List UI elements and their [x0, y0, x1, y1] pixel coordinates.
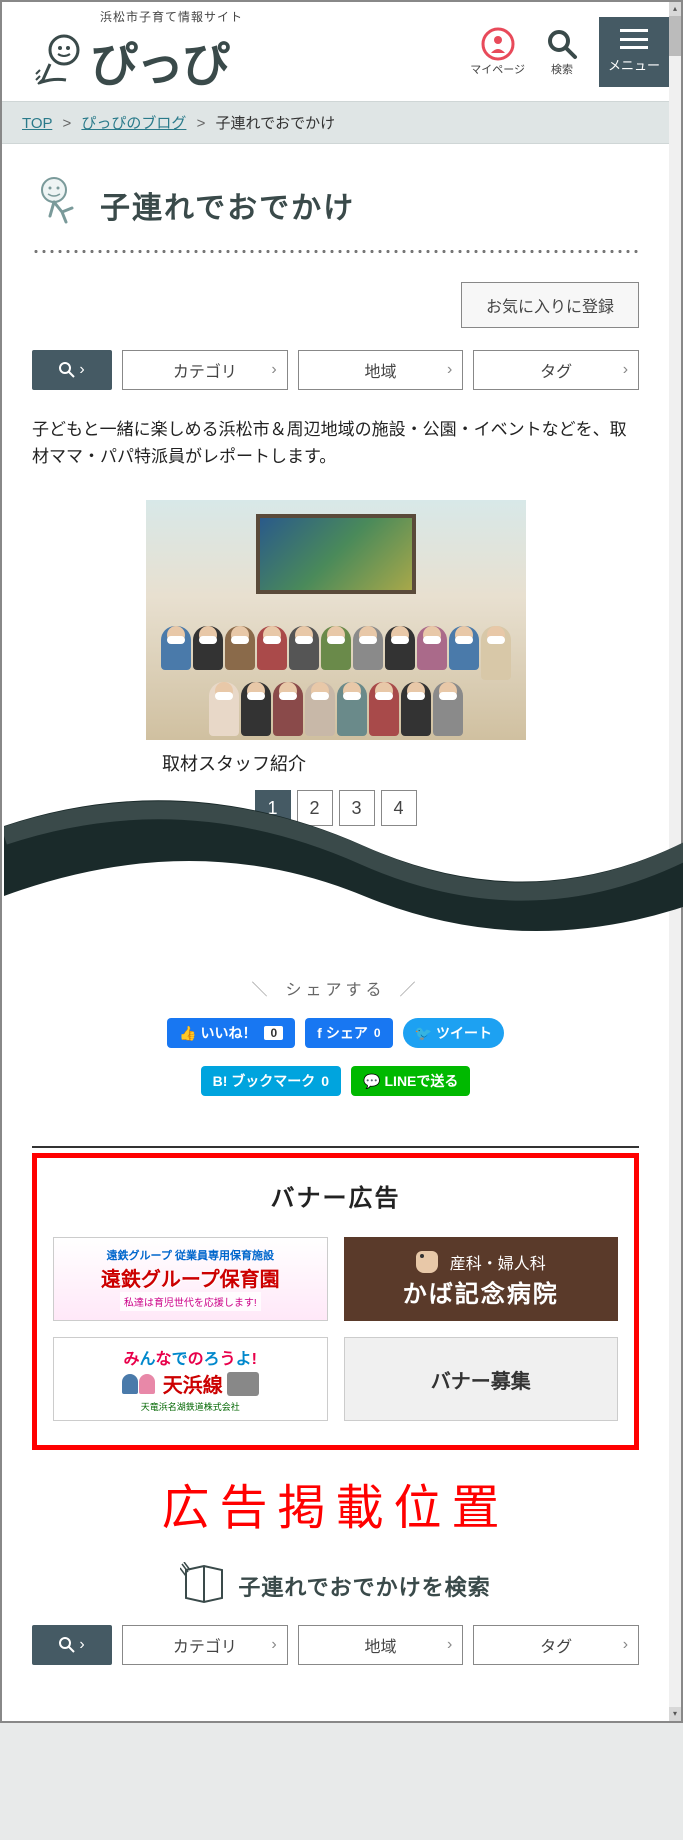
- search-icon: [545, 27, 579, 61]
- staff-photo[interactable]: [146, 500, 526, 740]
- search-filter-button[interactable]: ›: [32, 350, 112, 390]
- tag-filter[interactable]: タグ ›: [473, 1625, 639, 1665]
- search-button[interactable]: 検索: [539, 17, 585, 87]
- intro-text: 子どもと一緒に楽しめる浜松市＆周辺地域の施設・公園・イベントなどを、取材ママ・パ…: [32, 416, 639, 470]
- banner-text: 天竜浜名湖鉄道株式会社: [141, 1400, 240, 1413]
- mypage-button[interactable]: マイページ: [470, 17, 525, 87]
- banner-text: みんなでのろうよ!: [124, 1345, 257, 1369]
- breadcrumb-current: 子連れでおでかけ: [216, 115, 336, 132]
- people-icon: [122, 1374, 155, 1394]
- fb-share-label: シェア: [326, 1023, 368, 1043]
- thumbs-up-icon: 👍: [179, 1025, 196, 1042]
- chevron-right-icon: ›: [79, 361, 84, 379]
- banner-recruit[interactable]: バナー募集: [344, 1337, 619, 1421]
- fb-share-count: 0: [374, 1026, 381, 1040]
- hatena-label: B! ブックマーク: [213, 1071, 316, 1091]
- magnifier-icon: [59, 1637, 75, 1653]
- banner-kaba[interactable]: 産科・婦人科 かば記念病院: [344, 1237, 619, 1321]
- facebook-share-button[interactable]: f シェア 0: [305, 1018, 392, 1048]
- tag-label: タグ: [540, 1633, 572, 1657]
- scroll-up-icon[interactable]: ▴: [669, 2, 681, 16]
- tweet-label: ツイート: [436, 1023, 492, 1043]
- chevron-right-icon: ›: [447, 361, 452, 379]
- breadcrumb-top[interactable]: TOP: [22, 115, 52, 132]
- line-send-button[interactable]: 💬 LINEで送る: [351, 1066, 470, 1096]
- banner-text: 私達は育児世代を応援します!: [120, 1292, 261, 1311]
- banner-ad-section: バナー広告 遠鉄グループ 従業員専用保育施設 遠鉄グループ保育園 私達は育児世代…: [32, 1158, 639, 1450]
- dotted-divider: [32, 249, 639, 254]
- site-subtitle: 浜松市子育て情報サイト: [100, 8, 243, 25]
- hippo-icon: [416, 1251, 438, 1273]
- banner-text: バナー募集: [431, 1365, 531, 1394]
- breadcrumb: TOP > ぴっぴのブログ > 子連れでおでかけ: [2, 101, 669, 144]
- page-title-icon: [32, 174, 88, 235]
- logo-mark-icon: [30, 30, 90, 90]
- chevron-right-icon: ›: [447, 1636, 452, 1654]
- ad-position-label: 広告掲載位置: [2, 1460, 669, 1562]
- line-label: LINEで送る: [385, 1071, 459, 1091]
- fb-like-count: 0: [264, 1026, 283, 1040]
- share-title: ＼シェアする／: [32, 976, 639, 1000]
- twitter-tweet-button[interactable]: 🐦 ツイート: [403, 1018, 504, 1048]
- region-filter[interactable]: 地域 ›: [298, 1625, 464, 1665]
- chevron-right-icon: >: [62, 115, 71, 132]
- chevron-right-icon: ›: [623, 361, 628, 379]
- banner-entetsu[interactable]: 遠鉄グループ 従業員専用保育施設 遠鉄グループ保育園 私達は育児世代を応援します…: [53, 1237, 328, 1321]
- facebook-like-button[interactable]: 👍 いいね！ 0: [167, 1018, 295, 1048]
- facebook-icon: f: [317, 1025, 322, 1041]
- search-section-title: 子連れでおでかけを検索: [238, 1570, 490, 1602]
- banner-title: バナー広告: [53, 1178, 618, 1213]
- logo-text: ぴっぴ: [90, 25, 228, 95]
- mypage-icon: [481, 27, 515, 61]
- category-filter[interactable]: カテゴリ ›: [122, 1625, 288, 1665]
- category-label: カテゴリ: [173, 358, 237, 382]
- menu-label: メニュー: [608, 55, 660, 74]
- banner-text: かば記念病院: [403, 1274, 559, 1309]
- hatena-bookmark-button[interactable]: B! ブックマーク 0: [201, 1066, 341, 1096]
- twitter-icon: 🐦: [415, 1025, 432, 1042]
- chevron-right-icon: >: [197, 115, 206, 132]
- scroll-thumb[interactable]: [669, 16, 681, 56]
- hatena-count: 0: [321, 1073, 329, 1089]
- magnifier-icon: [59, 362, 75, 378]
- hamburger-icon: [620, 29, 648, 49]
- region-label: 地域: [365, 358, 397, 382]
- site-logo[interactable]: ぴっぴ: [30, 25, 243, 95]
- category-label: カテゴリ: [173, 1633, 237, 1657]
- chevron-right-icon: ›: [79, 1636, 84, 1654]
- notebook-icon: [180, 1562, 228, 1609]
- banner-tenhama[interactable]: みんなでのろうよ! 天浜線 天竜浜名湖鉄道株式会社: [53, 1337, 328, 1421]
- chevron-right-icon: ›: [623, 1636, 628, 1654]
- mypage-label: マイページ: [470, 61, 525, 77]
- favorite-button[interactable]: お気に入りに登録: [461, 282, 639, 328]
- region-filter[interactable]: 地域 ›: [298, 350, 464, 390]
- category-filter[interactable]: カテゴリ ›: [122, 350, 288, 390]
- staff-caption: 取材スタッフ紹介: [162, 750, 639, 776]
- banner-text: 天浜線: [163, 1369, 223, 1398]
- search-filter-button[interactable]: ›: [32, 1625, 112, 1665]
- tag-label: タグ: [540, 358, 572, 382]
- chevron-right-icon: ›: [271, 1636, 276, 1654]
- banner-text: 産科・婦人科: [450, 1250, 546, 1274]
- tag-filter[interactable]: タグ ›: [473, 350, 639, 390]
- fb-like-label: いいね！: [200, 1023, 256, 1043]
- search-label: 検索: [551, 61, 573, 77]
- menu-button[interactable]: メニュー: [599, 17, 669, 87]
- chevron-right-icon: ›: [271, 361, 276, 379]
- page-title: 子連れでおでかけ: [100, 183, 355, 227]
- site-header: 浜松市子育て情報サイト ぴっぴ マイページ: [2, 2, 669, 101]
- train-icon: [227, 1372, 259, 1396]
- breadcrumb-blog[interactable]: ぴっぴのブログ: [81, 115, 186, 132]
- region-label: 地域: [365, 1633, 397, 1657]
- scroll-down-icon[interactable]: ▾: [669, 1707, 681, 1721]
- wave-divider: 1 2 3 4: [32, 786, 639, 966]
- banner-text: 遠鉄グループ保育園: [101, 1263, 280, 1292]
- banner-text: 遠鉄グループ 従業員専用保育施設: [107, 1247, 274, 1263]
- line-icon: 💬: [363, 1073, 380, 1090]
